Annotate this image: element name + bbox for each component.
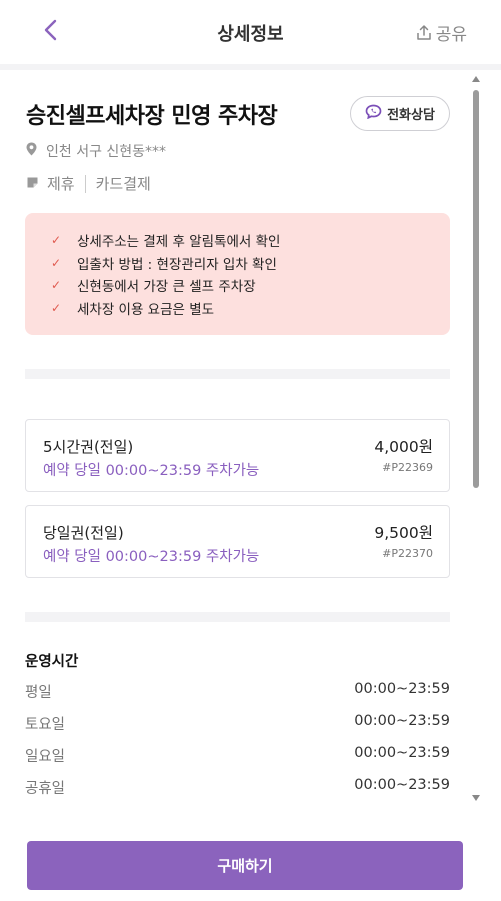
hours-row: 토요일 00:00~23:59 <box>25 713 450 734</box>
scroll-up-arrow[interactable] <box>472 76 480 86</box>
ticket-desc: 예약 당일 00:00~23:59 주차가능 <box>43 463 260 479</box>
location-pin-icon <box>26 142 37 160</box>
ticket-name: 당일권(전일) <box>43 524 124 542</box>
ticket-price: 4,000원 <box>374 438 433 456</box>
hours-title: 운영시간 <box>25 654 79 670</box>
scroll-down-arrow[interactable] <box>472 795 480 805</box>
address-text: 인천 서구 신현동*** <box>46 144 167 160</box>
hours-time: 00:00~23:59 <box>354 713 450 729</box>
check-icon: ✓ <box>51 233 62 248</box>
check-icon: ✓ <box>51 300 62 315</box>
hours-time: 00:00~23:59 <box>354 745 450 761</box>
hours-time: 00:00~23:59 <box>354 777 450 793</box>
hours-day: 토요일 <box>25 717 66 733</box>
scrollbar-thumb[interactable] <box>473 90 479 488</box>
hours-day: 평일 <box>25 685 52 701</box>
ticket-desc: 예약 당일 00:00~23:59 주차가능 <box>43 549 260 565</box>
check-icon: ✓ <box>51 255 62 270</box>
notice-box: ✓ 상세주소는 결제 후 알림톡에서 확인 ✓ 입출차 방법 : 현장관리자 입… <box>25 213 450 335</box>
lot-name: 승진셀프세차장 민영 주차장 <box>26 104 278 129</box>
hours-day: 공휴일 <box>25 781 66 797</box>
ticket-name: 5시간권(전일) <box>43 438 134 456</box>
buy-button[interactable]: 구매하기 <box>27 841 463 890</box>
ticket-card[interactable]: 당일권(전일) 예약 당일 00:00~23:59 주차가능 9,500원 #P… <box>25 505 450 578</box>
address-row: 인천 서구 신현동*** <box>26 141 166 161</box>
tag-row: 제휴 카드결제 <box>26 173 151 194</box>
tag-partner: 제휴 <box>47 175 75 193</box>
notice-item: ✓ 세차장 이용 요금은 별도 <box>51 297 450 320</box>
ticket-price: 9,500원 <box>374 524 433 542</box>
header-divider <box>0 64 501 70</box>
ticket-code: #P22370 <box>382 547 433 560</box>
section-divider <box>25 612 450 622</box>
call-consult-label: 전화상담 <box>387 108 435 123</box>
tag-separator <box>84 174 86 193</box>
hours-time: 00:00~23:59 <box>354 681 450 697</box>
notice-item: ✓ 상세주소는 결제 후 알림톡에서 확인 <box>51 229 450 252</box>
tag-card-payment: 카드결제 <box>95 175 151 193</box>
notice-text: 상세주소는 결제 후 알림톡에서 확인 <box>77 234 281 251</box>
hours-row: 평일 00:00~23:59 <box>25 681 450 702</box>
section-divider <box>25 369 450 379</box>
notice-text: 세차장 이용 요금은 별도 <box>77 301 215 318</box>
check-icon: ✓ <box>51 278 62 293</box>
hours-row: 공휴일 00:00~23:59 <box>25 777 450 798</box>
ticket-code: #P22369 <box>382 461 433 474</box>
hours-day: 일요일 <box>25 749 66 765</box>
call-consult-button[interactable]: 전화상담 <box>350 96 450 131</box>
chat-phone-icon <box>365 104 382 123</box>
ticket-card[interactable]: 5시간권(전일) 예약 당일 00:00~23:59 주차가능 4,000원 #… <box>25 419 450 492</box>
notice-item: ✓ 입출차 방법 : 현장관리자 입차 확인 <box>51 252 450 275</box>
share-icon <box>416 24 432 41</box>
share-label: 공유 <box>435 25 467 45</box>
notice-text: 입출차 방법 : 현장관리자 입차 확인 <box>77 256 277 273</box>
notice-item: ✓ 신현동에서 가장 큰 셀프 주차장 <box>51 274 450 297</box>
tag-icon <box>26 175 39 193</box>
hours-row: 일요일 00:00~23:59 <box>25 745 450 766</box>
top-bar: 상세정보 공유 <box>0 0 501 64</box>
share-button[interactable]: 공유 <box>416 20 467 45</box>
notice-text: 신현동에서 가장 큰 셀프 주차장 <box>77 279 256 296</box>
